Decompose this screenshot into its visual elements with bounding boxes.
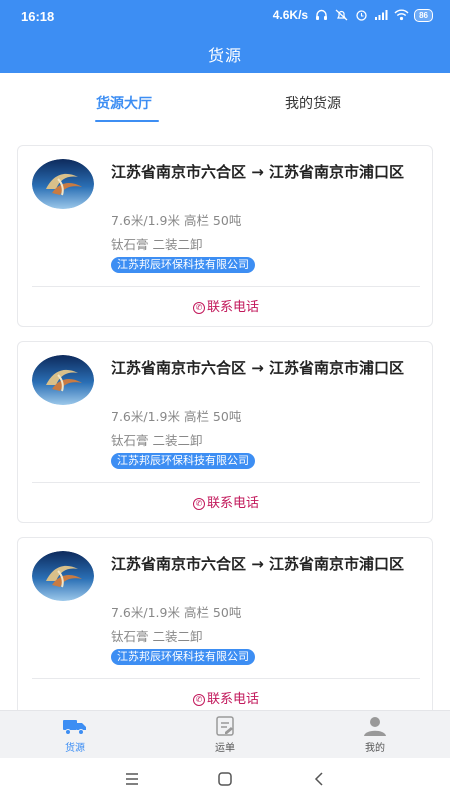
phone-icon: ✆ <box>192 301 205 314</box>
bottom-nav-label: 货源 <box>65 743 85 754</box>
contact-label: 联系电话 <box>206 496 259 511</box>
tab-cargo-hall[interactable]: 货源大厅 <box>96 93 152 113</box>
tab-bar: 货源大厅 我的货源 <box>0 73 450 131</box>
bottom-nav-label: 运单 <box>215 743 235 754</box>
signal-icon <box>374 9 388 21</box>
vehicle-spec: 7.6米/1.9米 高栏 50吨 <box>111 605 242 620</box>
company-badge: 江苏邦辰环保科技有限公司 <box>111 453 255 469</box>
truck-icon <box>63 720 86 735</box>
company-logo <box>32 551 94 601</box>
contact-phone-button[interactable]: ✆ 联系电话 <box>18 492 434 511</box>
divider <box>32 482 420 483</box>
phone-icon: ✆ <box>192 693 205 706</box>
bottom-nav-waybill[interactable]: 运单 <box>185 715 265 754</box>
status-bar: 16:18 4.6K/s 86 <box>0 0 450 32</box>
tab-my-cargo[interactable]: 我的货源 <box>285 93 341 113</box>
back-icon[interactable] <box>307 770 331 788</box>
user-icon <box>364 717 386 736</box>
cargo-card[interactable]: 江苏省南京市六合区 → 江苏省南京市浦口区 7.6米/1.9米 高栏 50吨 钛… <box>17 341 433 523</box>
status-time: 16:18 <box>21 9 55 24</box>
contact-phone-button[interactable]: ✆ 联系电话 <box>18 688 434 707</box>
goods-info: 钛石膏 二装二卸 <box>111 237 203 252</box>
contact-label: 联系电话 <box>206 692 259 707</box>
cargo-list[interactable]: 江苏省南京市六合区 → 江苏省南京市浦口区 7.6米/1.9米 高栏 50吨 钛… <box>0 131 450 710</box>
home-icon[interactable] <box>213 770 237 788</box>
bottom-nav-mine[interactable]: 我的 <box>335 715 415 754</box>
bottom-nav: 货源 运单 我的 <box>0 710 450 758</box>
vehicle-spec: 7.6米/1.9米 高栏 50吨 <box>111 409 242 424</box>
system-nav-bar <box>0 758 450 800</box>
page-title: 货源 <box>207 46 242 65</box>
company-badge: 江苏邦辰环保科技有限公司 <box>111 257 255 273</box>
phone-icon: ✆ <box>192 497 205 510</box>
cargo-card[interactable]: 江苏省南京市六合区 → 江苏省南京市浦口区 7.6米/1.9米 高栏 50吨 钛… <box>17 537 433 710</box>
waybill-icon <box>216 716 234 736</box>
route-text: 江苏省南京市六合区 → 江苏省南京市浦口区 <box>111 555 405 573</box>
route-text: 江苏省南京市六合区 → 江苏省南京市浦口区 <box>111 359 405 377</box>
company-badge: 江苏邦辰环保科技有限公司 <box>111 649 255 665</box>
mute-icon <box>334 9 348 21</box>
alarm-icon <box>354 9 368 21</box>
battery-icon: 86 <box>414 8 433 22</box>
vehicle-spec: 7.6米/1.9米 高栏 50吨 <box>111 213 242 228</box>
route-text: 江苏省南京市六合区 → 江苏省南京市浦口区 <box>111 163 405 181</box>
cargo-card[interactable]: 江苏省南京市六合区 → 江苏省南京市浦口区 7.6米/1.9米 高栏 50吨 钛… <box>17 145 433 327</box>
bottom-nav-label: 我的 <box>365 743 385 754</box>
contact-phone-button[interactable]: ✆ 联系电话 <box>18 296 434 315</box>
divider <box>32 286 420 287</box>
goods-info: 钛石膏 二装二卸 <box>111 629 203 644</box>
menu-icon[interactable] <box>120 770 144 788</box>
company-logo <box>32 159 94 209</box>
company-logo <box>32 355 94 405</box>
bottom-nav-cargo[interactable]: 货源 <box>35 715 115 754</box>
active-tab-indicator <box>95 120 159 122</box>
headphones-icon <box>314 9 328 21</box>
status-icons: 4.6K/s 86 <box>273 8 433 22</box>
contact-label: 联系电话 <box>206 300 259 315</box>
network-speed: 4.6K/s <box>272 8 309 22</box>
goods-info: 钛石膏 二装二卸 <box>111 433 203 448</box>
divider <box>32 678 420 679</box>
wifi-icon <box>394 9 409 21</box>
app-header: 16:18 4.6K/s 86 货源 <box>0 0 450 73</box>
